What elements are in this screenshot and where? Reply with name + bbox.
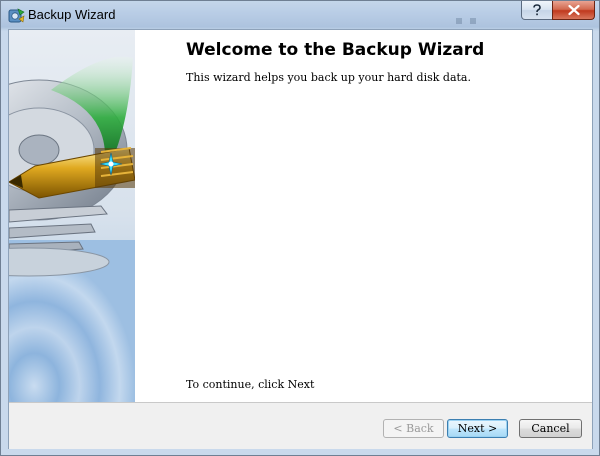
close-x-icon — [567, 4, 580, 16]
wizard-content-panel: Welcome to the Backup Wizard This wizard… — [135, 30, 592, 402]
faint-icon — [456, 18, 462, 24]
wizard-client-area: Welcome to the Backup Wizard This wizard… — [8, 29, 593, 449]
close-button[interactable] — [552, 1, 595, 20]
continue-hint: To continue, click Next — [186, 378, 315, 391]
cancel-button[interactable]: Cancel — [519, 419, 582, 438]
backup-app-icon — [8, 8, 25, 23]
wizard-side-image — [9, 30, 136, 402]
wizard-description: This wizard helps you back up your hard … — [186, 71, 471, 84]
backup-wizard-window: Backup Wizard Welcome to the Backup Wiza… — [0, 0, 600, 456]
hard-disk-with-golden-pen-illustration — [9, 30, 135, 402]
window-title: Backup Wizard — [28, 7, 116, 22]
title-bar[interactable]: Backup Wizard — [1, 1, 599, 43]
wizard-heading: Welcome to the Backup Wizard — [186, 40, 485, 60]
faint-icon — [470, 18, 476, 24]
next-button[interactable]: Next > — [447, 419, 508, 438]
wizard-button-bar: < Back Next > Cancel — [9, 402, 592, 449]
question-mark-icon — [533, 4, 541, 16]
background-toolbar-glyphs — [456, 9, 496, 43]
help-button[interactable] — [521, 1, 553, 20]
back-button[interactable]: < Back — [383, 419, 444, 438]
